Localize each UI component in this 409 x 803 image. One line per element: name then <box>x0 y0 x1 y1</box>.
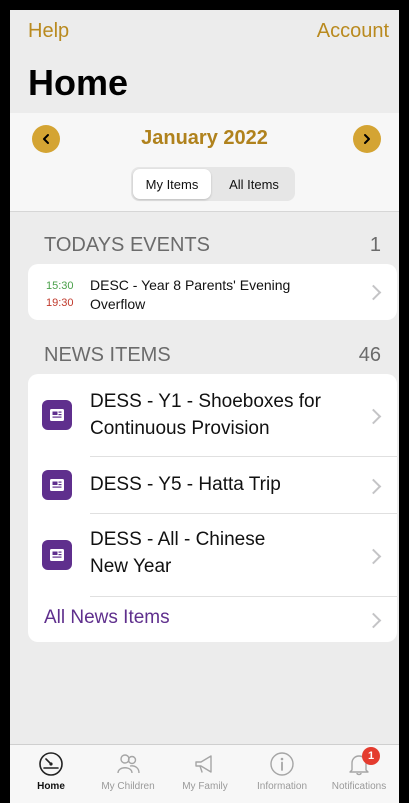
tab-my-children[interactable]: My Children <box>89 751 167 792</box>
tab-notifications[interactable]: 1 Notifications <box>320 747 398 792</box>
news-header-title: NEWS ITEMS <box>44 344 171 366</box>
event-start-time: 15:30 <box>46 280 74 292</box>
news-item[interactable]: DESS - Y5 - Hatta Trip <box>28 457 397 513</box>
tab-my-family[interactable]: My Family <box>166 751 244 792</box>
chevron-right-icon <box>365 284 382 301</box>
news-card: DESS - Y1 - Shoeboxes for Continuous Pro… <box>28 374 397 642</box>
gauge-icon <box>39 752 63 776</box>
next-month-button[interactable] <box>353 125 381 153</box>
all-items-tab[interactable]: All Items <box>215 169 293 199</box>
news-item[interactable]: DESS - Y1 - Shoeboxes for Continuous Pro… <box>28 374 397 456</box>
month-selector: January 2022 My Items All Items <box>10 113 399 212</box>
app-screen: Help Account Home January 2022 My Items … <box>10 10 399 803</box>
news-item-title: DESS - Y5 - Hatta Trip <box>90 474 281 495</box>
events-card: 15:30 19:30 DESC - Year 8 Parents' Eveni… <box>28 264 397 320</box>
news-section-header: NEWS ITEMS 46 <box>44 344 381 367</box>
chevron-right-icon <box>365 408 382 425</box>
people-icon <box>117 754 140 774</box>
newspaper-icon <box>42 400 72 430</box>
news-count: 46 <box>358 344 381 366</box>
all-news-items-row[interactable]: All News Items <box>28 597 397 642</box>
event-title: DESC - Year 8 Parents' Evening Overflow <box>90 277 291 312</box>
events-count: 1 <box>369 234 381 256</box>
chevron-right-icon <box>365 478 382 495</box>
newspaper-icon <box>42 540 72 570</box>
tab-label: My Family <box>182 781 228 792</box>
tab-label: Information <box>256 781 308 792</box>
event-times: 15:30 19:30 <box>46 278 74 312</box>
newspaper-icon <box>42 470 72 500</box>
tab-bar: Home My Children My Family Information 1… <box>10 744 399 803</box>
tab-information[interactable]: Information <box>243 751 321 792</box>
all-news-items-link[interactable]: All News Items <box>44 607 170 629</box>
event-end-time: 19:30 <box>46 297 74 309</box>
page-title: Home <box>28 62 129 103</box>
chevron-right-icon <box>365 548 382 565</box>
news-item-title: DESS - Y1 - Shoeboxes for Continuous Pro… <box>90 391 321 439</box>
notification-badge: 1 <box>362 747 380 765</box>
tab-label: My Children <box>101 781 155 792</box>
tab-label: Home <box>37 781 65 792</box>
news-item-title: DESS - All - Chinese New Year <box>90 529 266 577</box>
news-item[interactable]: DESS - All - Chinese New Year <box>28 514 397 596</box>
navigation-bar: Help Account <box>10 10 399 54</box>
info-icon <box>270 752 294 776</box>
event-row[interactable]: 15:30 19:30 DESC - Year 8 Parents' Eveni… <box>28 264 397 320</box>
account-button[interactable]: Account <box>317 20 389 43</box>
month-label: January 2022 <box>141 127 268 149</box>
chevron-right-icon <box>364 134 370 144</box>
chevron-right-icon <box>365 612 382 629</box>
my-items-tab[interactable]: My Items <box>133 169 211 199</box>
events-header-title: TODAYS EVENTS <box>44 234 210 256</box>
tab-home[interactable]: Home <box>12 751 90 792</box>
events-section-header: TODAYS EVENTS 1 <box>44 234 381 257</box>
tab-label: Notifications <box>331 781 387 792</box>
items-filter-segment: My Items All Items <box>131 167 295 201</box>
help-button[interactable]: Help <box>28 20 69 43</box>
megaphone-icon <box>195 755 212 773</box>
